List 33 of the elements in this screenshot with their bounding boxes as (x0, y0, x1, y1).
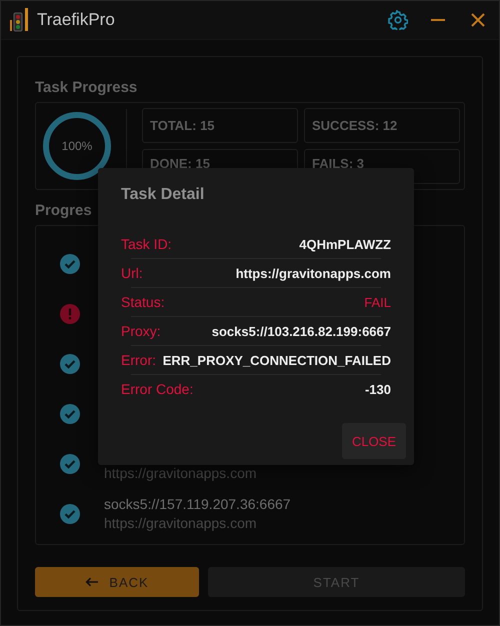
field-label: Url: (121, 265, 143, 281)
url-text: https://gravitonapps.com (104, 464, 257, 483)
window-title: TraefikPro (37, 10, 116, 30)
field-value: ERR_PROXY_CONNECTION_FAILED (162, 352, 391, 368)
stat-box: TOTAL: 15 (142, 108, 298, 143)
section-heading: Progres (35, 202, 93, 219)
stat-box: SUCCESS: 12 (304, 108, 460, 143)
logo-icon (9, 7, 31, 33)
field-value: https://gravitonapps.com (236, 266, 391, 280)
field-label: Error: (121, 352, 156, 368)
field-value: -130 (364, 382, 391, 396)
check-icon (60, 504, 80, 524)
field-label: Error Code: (121, 381, 194, 397)
check-icon (60, 354, 80, 374)
field-label: Proxy: (121, 323, 161, 339)
field-label: Status: (121, 294, 165, 310)
section-heading: Task Progress (35, 79, 138, 96)
check-icon (60, 404, 80, 424)
arrow-left-icon (85, 577, 100, 587)
error-icon (60, 304, 80, 324)
field-label: Task ID: (121, 236, 172, 252)
back-button[interactable]: BACK (35, 567, 199, 597)
check-icon (60, 454, 80, 474)
dialog-title: Task Detail (121, 186, 206, 204)
field-value: FAIL (364, 294, 391, 310)
proxy-text: socks5://157.119.207.36:6667 (104, 495, 291, 514)
url-text: https://gravitonapps.com (104, 514, 258, 533)
check-icon (60, 254, 80, 274)
progress-percent: 100% (62, 139, 92, 153)
field-value: 4QHmPLAWZZ (299, 236, 391, 252)
field-value: socks5://103.216.82.199:6667 (212, 324, 391, 338)
close-button[interactable]: CLOSE (342, 423, 406, 459)
settings-icon[interactable] (385, 7, 411, 33)
